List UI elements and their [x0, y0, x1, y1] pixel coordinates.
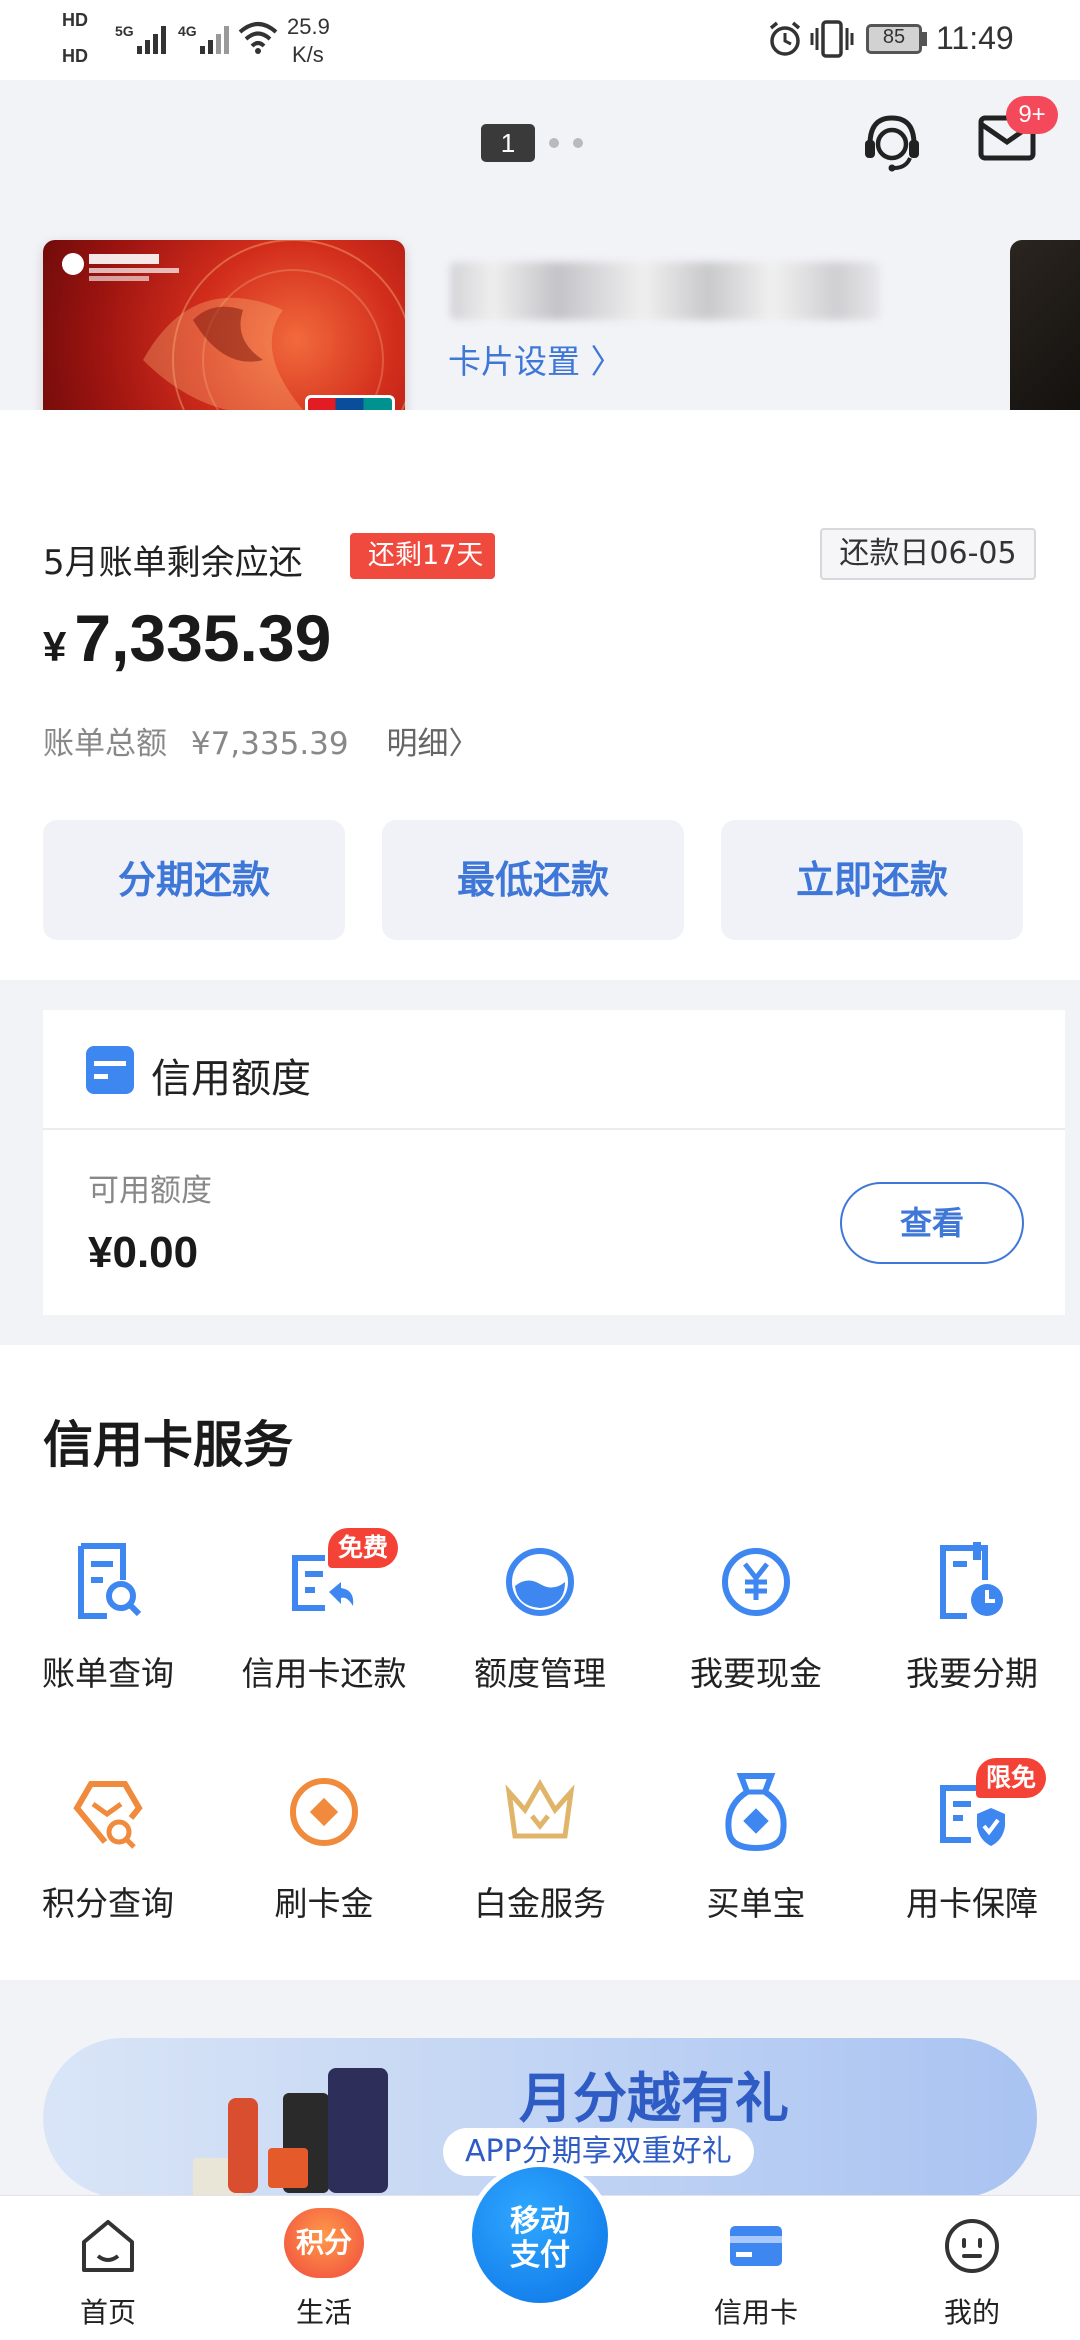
- free-badge: 免费: [328, 1528, 399, 1568]
- tab-mine[interactable]: 我的: [864, 2196, 1080, 2340]
- service-label: 积分查询: [42, 1884, 174, 1923]
- view-limit-button[interactable]: 查看: [840, 1182, 1024, 1264]
- service-label: 我要分期: [906, 1654, 1038, 1693]
- mobile-pay-line2: 支付: [510, 2238, 570, 2273]
- service-bill-query[interactable]: 账单查询: [0, 1540, 216, 1730]
- banner-product-image: [193, 2048, 423, 2198]
- svg-text:4G: 4G: [178, 23, 197, 39]
- bill-amount-value: 7,335.39: [74, 601, 332, 675]
- bill-detail-link[interactable]: 明细〉: [387, 726, 480, 762]
- remaining-days-tag: 还剩17天: [350, 533, 496, 579]
- wifi-icon: [238, 22, 278, 54]
- customer-service-icon[interactable]: [860, 110, 924, 174]
- bill-total-value: ¥7,335.39: [190, 726, 349, 762]
- services-title: 信用卡服务: [43, 1416, 293, 1474]
- clock: 11:49: [936, 20, 1014, 56]
- svg-text:5G: 5G: [115, 23, 134, 39]
- tab-mine-label: 我的: [943, 2296, 1000, 2329]
- service-label: 白金服务: [474, 1884, 606, 1923]
- status-bar: HD HD 5G 4G 25.9 K/s 85 11:49: [0, 0, 1080, 80]
- service-installment[interactable]: 我要分期: [864, 1540, 1080, 1730]
- service-platinum[interactable]: 白金服务: [432, 1770, 648, 1960]
- page-indicator: 1: [481, 124, 535, 162]
- immediate-repay-button[interactable]: 立即还款: [721, 820, 1023, 940]
- vibrate-icon: [810, 20, 854, 58]
- service-label: 我要现金: [690, 1654, 822, 1693]
- hd-indicator-2: HD: [62, 46, 88, 66]
- service-points-query[interactable]: 积分查询: [0, 1770, 216, 1960]
- bill-title: 5月账单剩余应还: [43, 543, 303, 583]
- home-icon: [82, 2220, 134, 2272]
- service-label: 刷卡金: [274, 1884, 374, 1923]
- net-speed-unit: K/s: [292, 42, 324, 67]
- service-cash[interactable]: 我要现金: [648, 1540, 864, 1730]
- life-points-text: 积分: [295, 2226, 352, 2259]
- credit-limit-title: 信用额度: [151, 1056, 311, 1102]
- available-limit-amount: ¥0.00: [88, 1228, 199, 1277]
- swipe-reward-icon: [290, 1778, 358, 1846]
- tab-life[interactable]: 积分 生活: [216, 2196, 432, 2340]
- installment-icon: [940, 1542, 1003, 1619]
- tab-credit-card-label: 信用卡: [713, 2296, 798, 2329]
- currency-symbol: ¥: [43, 623, 67, 670]
- alarm-icon: [769, 21, 801, 56]
- tab-credit-card[interactable]: 信用卡: [648, 2196, 864, 2340]
- hd-indicator-1: HD: [62, 10, 88, 30]
- battery-icon: 85: [866, 24, 922, 54]
- service-card-protect[interactable]: 限免 用卡保障: [864, 1758, 1080, 1960]
- card-settings-link[interactable]: 卡片设置 〉: [448, 335, 624, 383]
- service-label: 额度管理: [474, 1654, 606, 1693]
- message-badge: 9+: [1006, 96, 1058, 134]
- service-pay-bag[interactable]: 买单宝: [648, 1770, 864, 1960]
- credit-limit-panel: 信用额度 可用额度 ¥0.00 查看: [43, 1010, 1065, 1315]
- minimum-repay-button[interactable]: 最低还款: [382, 820, 684, 940]
- mobile-pay-button[interactable]: 移动 支付: [467, 2162, 613, 2308]
- service-label: 用卡保障: [906, 1884, 1038, 1923]
- service-swipe-reward[interactable]: 刷卡金: [216, 1770, 432, 1960]
- signal-4g-icon: 4G: [178, 23, 229, 54]
- service-limit-manage[interactable]: 额度管理: [432, 1540, 648, 1730]
- service-label: 账单查询: [42, 1654, 174, 1693]
- installment-repay-button[interactable]: 分期还款: [43, 820, 345, 940]
- card-name-masked: [450, 262, 880, 320]
- bill-total-row: 账单总额 ¥7,335.39 明细〉: [43, 718, 480, 763]
- banner-subtitle: APP分期享双重好礼: [443, 2128, 754, 2176]
- due-date-tag: 还款日06-05: [820, 528, 1036, 580]
- service-label: 信用卡还款: [241, 1654, 407, 1693]
- pay-bag-icon: [725, 1773, 787, 1852]
- battery-tip: [922, 32, 927, 46]
- net-speed-value: 25.9: [287, 14, 330, 39]
- cash-icon: [722, 1548, 790, 1616]
- life-points-icon: 积分: [284, 2208, 364, 2278]
- tab-home[interactable]: 首页: [0, 2196, 216, 2340]
- service-label: 买单宝: [706, 1884, 806, 1923]
- credit-card-icon: [86, 1046, 134, 1094]
- banner-title: 月分越有礼: [519, 2067, 789, 2130]
- available-limit-label: 可用额度: [88, 1173, 212, 1209]
- profile-face-icon: [945, 2219, 999, 2273]
- crown-icon: [505, 1778, 575, 1839]
- tab-life-label: 生活: [295, 2296, 352, 2329]
- signal-5g-icon: 5G: [115, 23, 166, 54]
- points-search-icon: [73, 1781, 143, 1849]
- card-services-section: 信用卡服务 账单查询 免费 信用卡还款 额度管理 我要现金 我要分期 积分查询 …: [0, 1345, 1080, 1980]
- page-dot-2: [549, 138, 559, 148]
- credit-limit-header: 信用额度: [43, 1010, 1065, 1130]
- bill-total-label: 账单总额: [43, 726, 167, 762]
- mobile-pay-line1: 移动: [510, 2204, 570, 2239]
- tab-home-label: 首页: [79, 2296, 136, 2329]
- bill-amount: ¥7,335.39: [43, 600, 331, 676]
- bill-search-icon: [78, 1543, 142, 1619]
- service-card-repay[interactable]: 免费 信用卡还款: [216, 1528, 432, 1730]
- credit-card-tab-icon: [730, 2226, 782, 2266]
- battery-level: 85: [882, 26, 906, 48]
- limited-free-badge: 限免: [976, 1758, 1047, 1798]
- page-dot-3: [573, 138, 583, 148]
- limit-manage-icon: [506, 1548, 574, 1616]
